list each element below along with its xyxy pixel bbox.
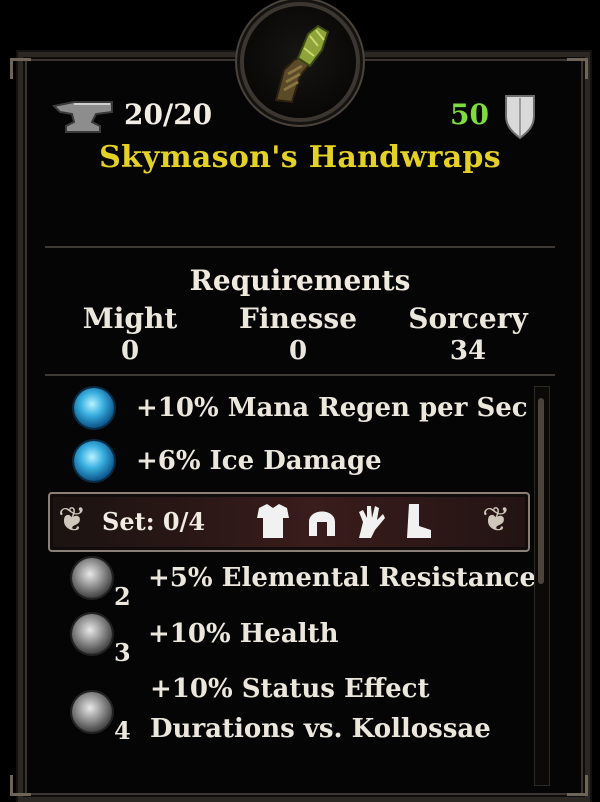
requirement-name: Finesse (238, 302, 358, 335)
handwraps-icon (274, 24, 330, 104)
set-bonus-text: +10% Health (148, 619, 339, 649)
anvil-icon (52, 101, 113, 133)
cross-gem-icon (72, 614, 112, 654)
set-bonus-rank: 3 (114, 638, 131, 667)
boots-icon[interactable] (401, 502, 435, 540)
set-bonus-text: Durations vs. Kollossae (150, 714, 491, 744)
helm-icon[interactable] (305, 502, 339, 540)
requirement-name: Might (82, 302, 178, 335)
set-bonus-rank: 4 (114, 716, 131, 745)
armor-value: 50 (450, 98, 489, 131)
scrollbar-thumb[interactable] (538, 398, 544, 584)
frame-corner-ornament (10, 775, 31, 796)
requirement-name: Sorcery (408, 302, 528, 335)
requirement-finesse: Finesse 0 (208, 302, 388, 366)
gauntlet-icon[interactable] (353, 502, 387, 540)
bonus-text: +6% Ice Damage (136, 446, 382, 476)
item-name: Skymason's Handwraps (99, 140, 501, 175)
durability-value: 20/20 (124, 98, 213, 131)
requirement-sorcery: Sorcery 34 (378, 302, 558, 366)
shield-icon (505, 95, 535, 140)
bonus-row: +10% Mana Regen per Sec (74, 388, 528, 428)
arrow-gem-icon (72, 558, 112, 598)
divider (45, 374, 555, 376)
tower-gem-icon (72, 692, 112, 732)
bonus-text: +10% Mana Regen per Sec (136, 393, 528, 423)
set-bonus-text: +5% Elemental Resistance (148, 563, 537, 593)
set-pieces (255, 502, 435, 540)
requirement-value: 0 (288, 336, 308, 366)
requirement-might: Might 0 (40, 302, 220, 366)
flourish-left-icon: ❦ (58, 500, 87, 540)
requirement-value: 0 (120, 336, 140, 366)
frame-corner-ornament (567, 775, 588, 796)
frame-corner-ornament (567, 58, 588, 79)
frame-corner-ornament (10, 58, 31, 79)
requirements-title: Requirements (189, 264, 411, 297)
set-bonus-rank: 2 (114, 582, 131, 611)
item-portrait-medallion (240, 2, 360, 122)
set-bonus-row: +10% Health (72, 614, 338, 654)
set-bar[interactable]: ❦ Set: 0/4 ❦ (48, 492, 530, 552)
set-bonus-row: +5% Elemental Resistance (72, 558, 536, 598)
bonus-row: +6% Ice Damage (74, 441, 382, 481)
mana-gem-icon (74, 388, 114, 428)
chest-armor-icon[interactable] (255, 502, 291, 540)
ice-gem-icon (74, 441, 114, 481)
divider (45, 246, 555, 248)
set-bonus-row (72, 692, 112, 732)
flourish-right-icon: ❦ (482, 500, 511, 540)
requirement-value: 34 (449, 336, 487, 366)
set-label: Set: 0/4 (102, 507, 206, 536)
set-bonus-text: +10% Status Effect (150, 674, 430, 704)
